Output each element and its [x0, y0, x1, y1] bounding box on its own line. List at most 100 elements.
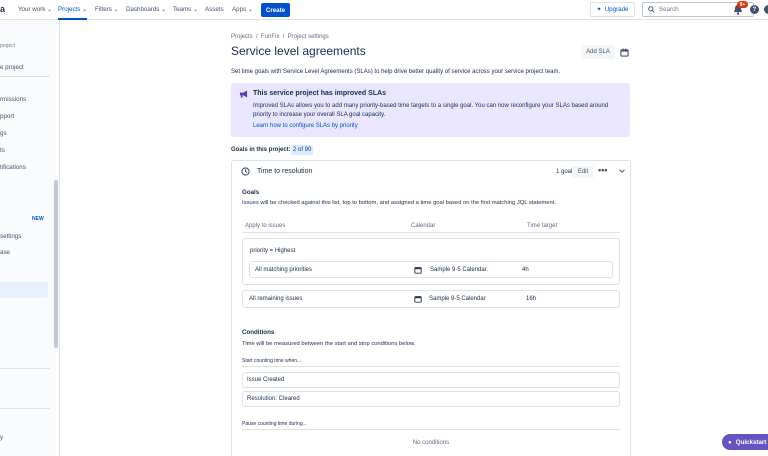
condition-divider [242, 366, 620, 367]
breadcrumb: Projects / FunFix / Project settings [231, 34, 329, 40]
sidebar-divider [0, 408, 50, 409]
goals-description: Issues will be checked against this list… [242, 200, 556, 206]
project-sidebar: project e project rmissions pport gs ts … [0, 20, 60, 456]
sidebar-item-settings[interactable]: settings [0, 233, 21, 240]
goal-row-calendar: Sample 9-5 Calendar [429, 296, 486, 302]
sla-title: Time to resolution [257, 168, 313, 175]
chevron-down-icon: ⌄ [47, 6, 53, 13]
pause-counting-label: Pause counting time during... [242, 421, 307, 427]
clock-icon [241, 167, 250, 176]
goal-row-target: 4h [522, 267, 529, 273]
chevron-down-icon: ⌄ [192, 6, 199, 13]
nav-teams[interactable]: Teams ⌄ [173, 6, 198, 13]
goals-in-project-label: Goals in this project: [231, 147, 291, 153]
nav-teams-label: Teams [173, 6, 192, 13]
start-condition-row: Resolution: Cleared [242, 391, 620, 407]
calendar-button[interactable] [618, 45, 631, 59]
intro-text: Set time goals with Service Level Agreem… [231, 69, 561, 75]
sla-goal-count: 1 goal [556, 169, 573, 175]
chevron-down-icon: ⌄ [161, 6, 167, 13]
sidebar-divider [0, 368, 50, 369]
goal-row-target: 16h [526, 296, 537, 302]
start-condition-label: Issue Created [247, 377, 285, 383]
calendar-icon [414, 267, 422, 274]
top-navigation: a Your work ⌄ Projects ⌄ Filters ⌄ Dashb… [0, 0, 768, 20]
chevron-down-icon: ⌄ [113, 6, 119, 13]
quickstart-label: Quickstart [735, 438, 767, 446]
conditions-description: Time will be measured between the start … [242, 341, 416, 347]
nav-your-work[interactable]: Your work ⌄ [18, 6, 52, 13]
start-counting-label: Start counting time when... [242, 358, 302, 364]
goal-rule-group: priority = Highest All matching prioriti… [242, 238, 620, 285]
sidebar-item-support[interactable]: pport [0, 113, 14, 120]
sidebar-item-project[interactable]: e project [0, 64, 24, 71]
nav-dashboards[interactable]: Dashboards ⌄ [126, 6, 166, 13]
goal-row-label: All remaining issues [249, 296, 303, 302]
goals-count-badge: 2 of 90 [291, 145, 314, 155]
notifications-badge: 9+ [737, 1, 748, 8]
sidebar-item-sla-selected[interactable] [0, 282, 48, 298]
nav-projects[interactable]: Projects ⌄ [58, 6, 88, 20]
avatar[interactable] [764, 5, 768, 14]
nav-your-work-label: Your work [18, 6, 46, 13]
upgrade-label: Upgrade [604, 6, 629, 13]
help-icon[interactable]: ? [750, 5, 759, 14]
breadcrumb-projects[interactable]: Projects [231, 34, 253, 40]
sidebar-item-settings-gs[interactable]: gs [0, 130, 7, 137]
page-title: Service level agreements [231, 44, 366, 58]
chevron-down-icon: ⌄ [247, 6, 254, 13]
new-badge: NEW [32, 216, 44, 222]
upgrade-button[interactable]: ✦ Upgrade [590, 2, 635, 17]
improved-sla-banner: This service project has improved SLAs I… [231, 83, 630, 137]
condition-divider [242, 429, 620, 430]
breadcrumb-separator: / [281, 34, 287, 40]
edit-sla-button[interactable]: Edit [572, 166, 594, 178]
chevron-down-icon: ⌄ [82, 6, 88, 13]
nav-assets-label: Assets [205, 6, 224, 13]
nav-filters-label: Filters [95, 6, 112, 13]
banner-link[interactable]: Learn how to configure SLAs by priority [253, 123, 358, 129]
rule-jql: priority = Highest [250, 248, 296, 254]
sidebar-item-y[interactable]: y [0, 434, 3, 441]
goal-row-remaining: All remaining issues Sample 9-5 Calendar… [242, 290, 620, 308]
nav-apps[interactable]: Apps ⌄ [232, 6, 253, 13]
more-options-icon[interactable]: ••• [598, 165, 607, 175]
quickstart-button[interactable]: ● Quickstart [722, 434, 768, 450]
product-logo[interactable]: a [0, 4, 6, 16]
sidebar-project-type: project [0, 43, 16, 49]
search-placeholder: Search [659, 6, 679, 13]
goal-row-label: All matching priorities [255, 267, 313, 273]
sidebar-scrollbar[interactable] [54, 180, 58, 348]
no-conditions-text: No conditions [412, 440, 450, 446]
chevron-down-icon[interactable] [618, 167, 626, 175]
add-sla-button[interactable]: Add SLA [581, 45, 615, 59]
breadcrumb-project[interactable]: FunFix [261, 34, 279, 40]
nav-dashboards-label: Dashboards [126, 6, 160, 13]
column-calendar: Calendar [411, 223, 436, 229]
megaphone-icon [239, 90, 248, 98]
goal-row: All matching priorities Sample 9-5 Calen… [249, 261, 613, 278]
column-time-target: Time target [527, 223, 558, 229]
nav-assets[interactable]: Assets [205, 6, 224, 13]
sparkle-icon: ✦ [596, 6, 602, 13]
sidebar-item-ts[interactable]: ts [0, 147, 5, 154]
nav-projects-label: Projects [58, 6, 81, 13]
calendar-icon [414, 296, 422, 303]
sidebar-item-ase[interactable]: ase [0, 249, 10, 256]
table-header-divider [242, 232, 620, 233]
start-condition-row: Issue Created [242, 372, 620, 388]
create-button[interactable]: Create [261, 3, 290, 17]
breadcrumb-project-settings[interactable]: Project settings [288, 34, 329, 40]
breadcrumb-separator: / [254, 34, 260, 40]
banner-body: Improved SLAs allows you to add many pri… [253, 103, 609, 118]
goal-row-calendar: Sample 9-5 Calendar. [430, 267, 489, 273]
sidebar-item-notifications[interactable]: tifications [0, 164, 26, 171]
conditions-heading: Conditions [242, 329, 275, 336]
sidebar-divider [0, 76, 50, 77]
search-icon [648, 6, 655, 13]
nav-filters[interactable]: Filters ⌄ [95, 6, 119, 13]
column-apply-to-issues: Apply to issues [245, 223, 286, 229]
start-condition-label: Resolution: Cleared [247, 396, 300, 402]
nav-apps-label: Apps [232, 6, 247, 13]
sidebar-item-permissions[interactable]: rmissions [0, 96, 26, 103]
